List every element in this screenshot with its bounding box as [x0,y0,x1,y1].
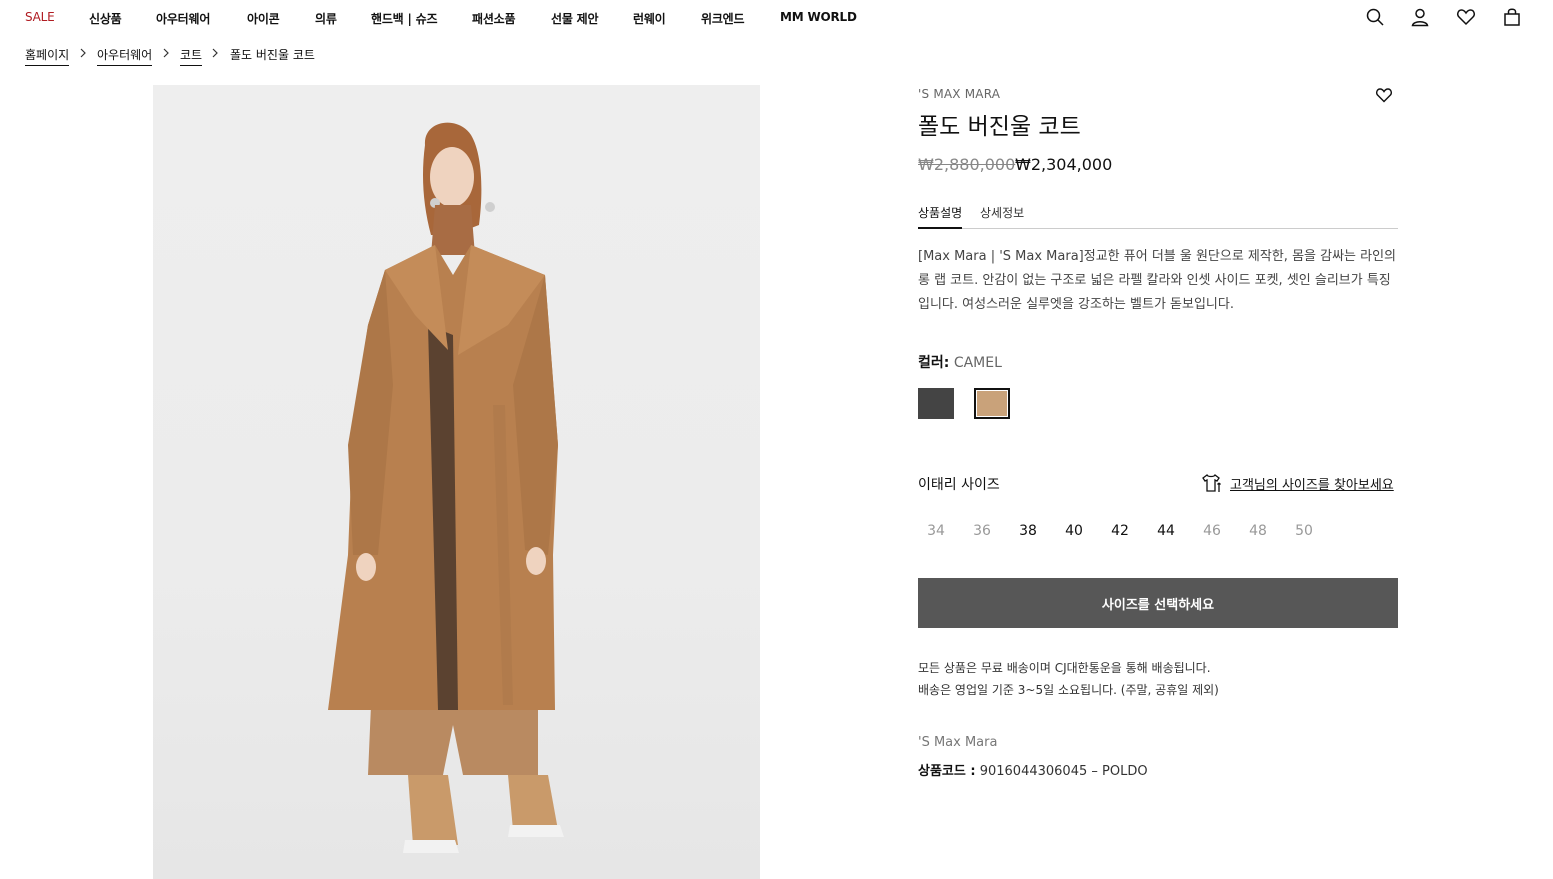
top-navigation: SALE 신상품 아우터웨어 아이콘 의류 핸드백 | 슈즈 패션소품 선물 제… [0,0,1553,34]
product-image[interactable] [153,85,760,879]
nav-item-sale[interactable]: SALE [25,10,55,24]
brand-label: 'S MAX MARA [918,87,1001,101]
product-title: 폴도 버진울 코트 [918,114,1081,140]
product-info-panel: 'S MAX MARA 폴도 버진울 코트 ₩2,880,000 ₩2,304,… [918,85,1398,785]
color-row: 컬러: CAMEL [918,352,1002,372]
size-label: 이태리 사이즈 [918,477,1000,493]
account-icon[interactable] [1409,6,1431,28]
nav-item-gifts[interactable]: 선물 제안 [551,10,599,27]
heart-icon[interactable] [1374,85,1394,105]
color-swatch-charcoal[interactable] [918,388,954,419]
size-guide-text: 고객님의 사이즈를 찾아보세요 [1230,478,1394,493]
size-option[interactable]: 40 [1056,523,1092,539]
product-code-label: 상품코드 : [918,764,976,779]
chevron-right-icon [162,46,170,60]
bag-icon[interactable] [1501,6,1523,28]
original-price: ₩2,880,000 [918,155,1016,174]
select-size-button[interactable]: 사이즈를 선택하세요 [918,578,1398,628]
size-option[interactable]: 44 [1148,523,1184,539]
tab-details[interactable]: 상세정보 [980,204,1024,221]
nav-item-bags-shoes[interactable]: 핸드백 | 슈즈 [371,10,438,27]
nav-item-weekend[interactable]: 위크엔드 [701,10,745,27]
nav-item-outerwear[interactable]: 아우터웨어 [156,10,210,27]
breadcrumb-coats[interactable]: 코트 [180,46,203,66]
swatch-fill [918,388,954,419]
shipping-line: 모든 상품은 무료 배송이며 CJ대한통운을 통해 배송됩니다. [918,661,1211,675]
breadcrumb-home[interactable]: 홈페이지 [25,46,70,66]
size-option[interactable]: 48 [1240,523,1276,539]
nav-item-accessories[interactable]: 패션소품 [472,10,516,27]
nav-item-icon[interactable]: 아이콘 [247,10,280,27]
breadcrumb-outerwear[interactable]: 아우터웨어 [97,46,153,66]
brand-line: 'S Max Mara [918,735,998,750]
size-guide-shirt-icon [1200,472,1222,494]
nav-item-mm-world[interactable]: MM WORLD [780,10,857,24]
nav-item-new[interactable]: 신상품 [89,10,122,27]
shipping-info: 모든 상품은 무료 배송이며 CJ대한통운을 통해 배송됩니다. 배송은 영업일… [918,657,1219,701]
wishlist-icon[interactable] [1455,6,1477,28]
chevron-right-icon [211,46,219,60]
nav-item-runway[interactable]: 런웨이 [633,10,666,27]
tab-description[interactable]: 상품설명 [918,204,963,229]
chevron-right-icon [79,46,87,60]
product-code: 상품코드 : 9016044306045 – POLDO [918,760,1148,779]
shipping-line: 배송은 영업일 기준 3~5일 소요됩니다. (주말, 공휴일 제외) [918,683,1219,697]
product-tabs: 상품설명 상세정보 [918,201,1398,229]
color-label: 컬러: [918,355,950,371]
sale-price: ₩2,304,000 [1015,155,1113,174]
size-option[interactable]: 38 [1010,523,1046,539]
size-guide-link[interactable]: 고객님의 사이즈를 찾아보세요 [1200,472,1398,494]
size-option[interactable]: 50 [1286,523,1322,539]
product-code-value: 9016044306045 – POLDO [979,764,1148,779]
size-option[interactable]: 42 [1102,523,1138,539]
size-option[interactable]: 36 [964,523,1000,539]
product-description: [Max Mara | 'S Max Mara]정교한 퓨어 더블 울 원단으로… [918,249,1397,312]
search-icon[interactable] [1364,6,1386,28]
nav-item-clothing[interactable]: 의류 [315,10,337,27]
size-option[interactable]: 46 [1194,523,1230,539]
swatch-fill [977,391,1007,416]
color-value: CAMEL [953,355,1002,371]
color-swatch-camel[interactable] [974,388,1010,419]
size-header: 이태리 사이즈 고객님의 사이즈를 찾아보세요 [918,472,1398,494]
size-option[interactable]: 34 [918,523,954,539]
breadcrumb-current: 폴도 버진울 코트 [230,48,315,62]
